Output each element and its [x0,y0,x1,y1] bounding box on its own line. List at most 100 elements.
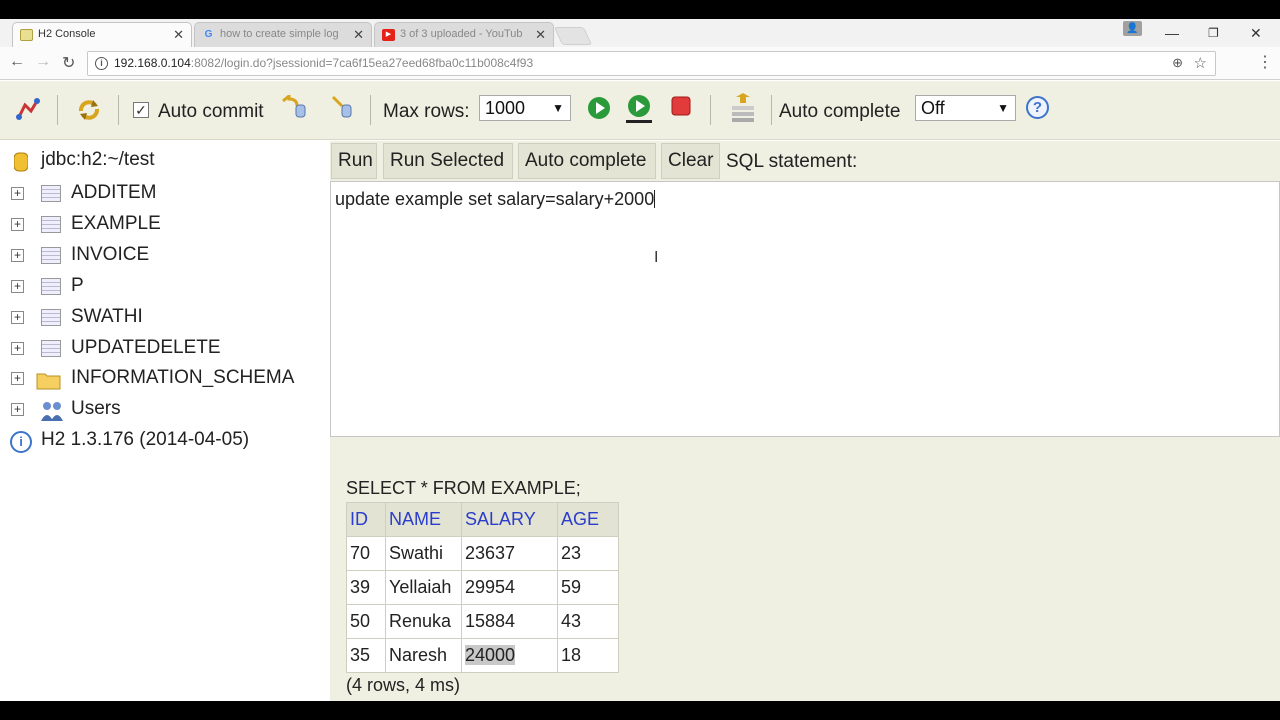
table-label: INVOICE [71,244,150,265]
tab-youtube[interactable]: ▶ 3 of 3 uploaded - YouTub ✕ [374,22,554,47]
database-icon [14,152,28,172]
table-cell: Yellaiah [385,570,462,605]
browser-menu-icon[interactable]: ⋮ [1257,52,1273,72]
profile-icon[interactable]: 👤 [1123,21,1142,36]
close-tab-icon[interactable]: ✕ [353,27,364,43]
expand-icon[interactable]: + [11,280,24,293]
info-icon[interactable]: i [95,57,108,70]
table-cell: 70 [346,536,386,571]
expand-icon[interactable]: + [11,311,24,324]
users-icon [41,402,63,421]
sql-editor[interactable]: update example set salary=salary+2000 I [330,181,1280,437]
auto-commit-checkbox[interactable]: ✓ [133,102,149,118]
toolbar-separator [710,95,711,125]
browser-window: H2 Console ✕ G how to create simple log … [0,19,1280,701]
sql-statement-label: SQL statement: [726,151,858,172]
bookmark-star-icon[interactable]: ☆ [1194,54,1207,72]
tab-title: H2 Console [38,28,96,40]
expand-icon[interactable]: + [11,372,24,385]
tab-title: how to create simple log [220,28,339,40]
column-header[interactable]: SALARY [461,502,558,537]
minimize-icon[interactable]: — [1165,25,1179,41]
table-row: 39 Yellaiah 29954 59 [346,570,619,605]
folder-icon [36,373,61,390]
toolbar-separator [57,95,58,125]
table-cell: 18 [557,638,619,673]
commit-icon[interactable] [330,95,356,124]
max-rows-label: Max rows: [383,101,470,122]
stop-icon[interactable] [670,95,692,122]
table-cell: 50 [346,604,386,639]
users-label: Users [71,398,121,419]
table-label: ADDITEM [71,182,157,203]
disconnect-icon[interactable] [15,97,41,128]
selected-text: 24000 [465,645,516,665]
back-icon[interactable]: ← [9,53,25,71]
expand-icon[interactable]: + [11,249,24,262]
table-cell: 23637 [461,536,558,571]
auto-commit-label: Auto commit [158,101,264,122]
zoom-icon[interactable]: ⊕ [1172,55,1183,71]
result-query: SELECT * FROM EXAMPLE; [346,478,581,498]
expand-icon[interactable]: + [11,342,24,355]
rollback-icon[interactable] [280,92,308,124]
forward-icon[interactable]: → [35,53,51,71]
table-cell: 15884 [461,604,558,639]
toolbar-separator [370,95,371,125]
sql-editor-text: update example set salary=salary+2000 [335,189,656,209]
schema-tree: jdbc:h2:~/test + ADDITEM + EXAMPLE + INV… [0,141,330,701]
expand-icon[interactable]: + [11,187,24,200]
close-window-icon[interactable]: ✕ [1250,25,1262,42]
auto-complete-button[interactable]: Auto complete [518,143,656,179]
restore-icon[interactable]: ❐ [1208,26,1219,40]
close-tab-icon[interactable]: ✕ [173,27,184,43]
h2-favicon-icon [20,29,33,41]
table-icon [41,185,61,202]
run-selected-button[interactable]: Run Selected [383,143,513,179]
table-cell: 23 [557,536,619,571]
run-selected-icon[interactable] [624,93,654,130]
info-icon: i [10,431,32,453]
youtube-favicon-icon: ▶ [382,29,395,41]
table-cell: 39 [346,570,386,605]
max-rows-value: 1000 [485,98,526,118]
address-bar[interactable]: i 192.168.0.104:8082/login.do?jsessionid… [87,51,1216,76]
connection-label: jdbc:h2:~/test [41,149,155,170]
toolbar-separator [118,95,119,125]
refresh-icon[interactable] [76,97,102,128]
close-tab-icon[interactable]: ✕ [535,27,546,43]
table-label: EXAMPLE [71,213,161,234]
schema-label: INFORMATION_SCHEMA [71,367,295,388]
table-header-row: ID NAME SALARY AGE [346,502,619,537]
column-header[interactable]: NAME [385,502,462,537]
table-cell-selected: 24000 [461,638,558,673]
toolbar-separator [771,95,772,125]
tab-h2-console[interactable]: H2 Console ✕ [12,22,192,47]
tab-strip: H2 Console ✕ G how to create simple log … [0,19,1280,47]
table-label: UPDATEDELETE [71,337,221,358]
table-icon [41,309,61,326]
table-cell: 35 [346,638,386,673]
help-icon[interactable]: ? [1026,96,1049,119]
history-icon[interactable] [730,93,756,130]
column-header[interactable]: AGE [557,502,619,537]
auto-complete-value: Off [921,98,945,118]
table-cell: 43 [557,604,619,639]
auto-complete-select[interactable]: Off ▼ [915,95,1016,121]
table-row: 50 Renuka 15884 43 [346,604,619,639]
table-cell: 29954 [461,570,558,605]
table-cell: Renuka [385,604,462,639]
column-header[interactable]: ID [346,502,386,537]
run-button[interactable]: Run [331,143,377,179]
new-tab-button[interactable] [553,27,593,45]
expand-icon[interactable]: + [11,218,24,231]
tab-google-search[interactable]: G how to create simple log ✕ [194,22,372,47]
reload-icon[interactable]: ↻ [62,53,75,73]
expand-icon[interactable]: + [11,403,24,416]
table-icon [41,278,61,295]
run-icon[interactable] [586,95,612,126]
google-favicon-icon: G [204,29,213,40]
max-rows-select[interactable]: 1000 ▼ [479,95,571,121]
clear-button[interactable]: Clear [661,143,720,179]
auto-complete-label: Auto complete [779,101,901,122]
